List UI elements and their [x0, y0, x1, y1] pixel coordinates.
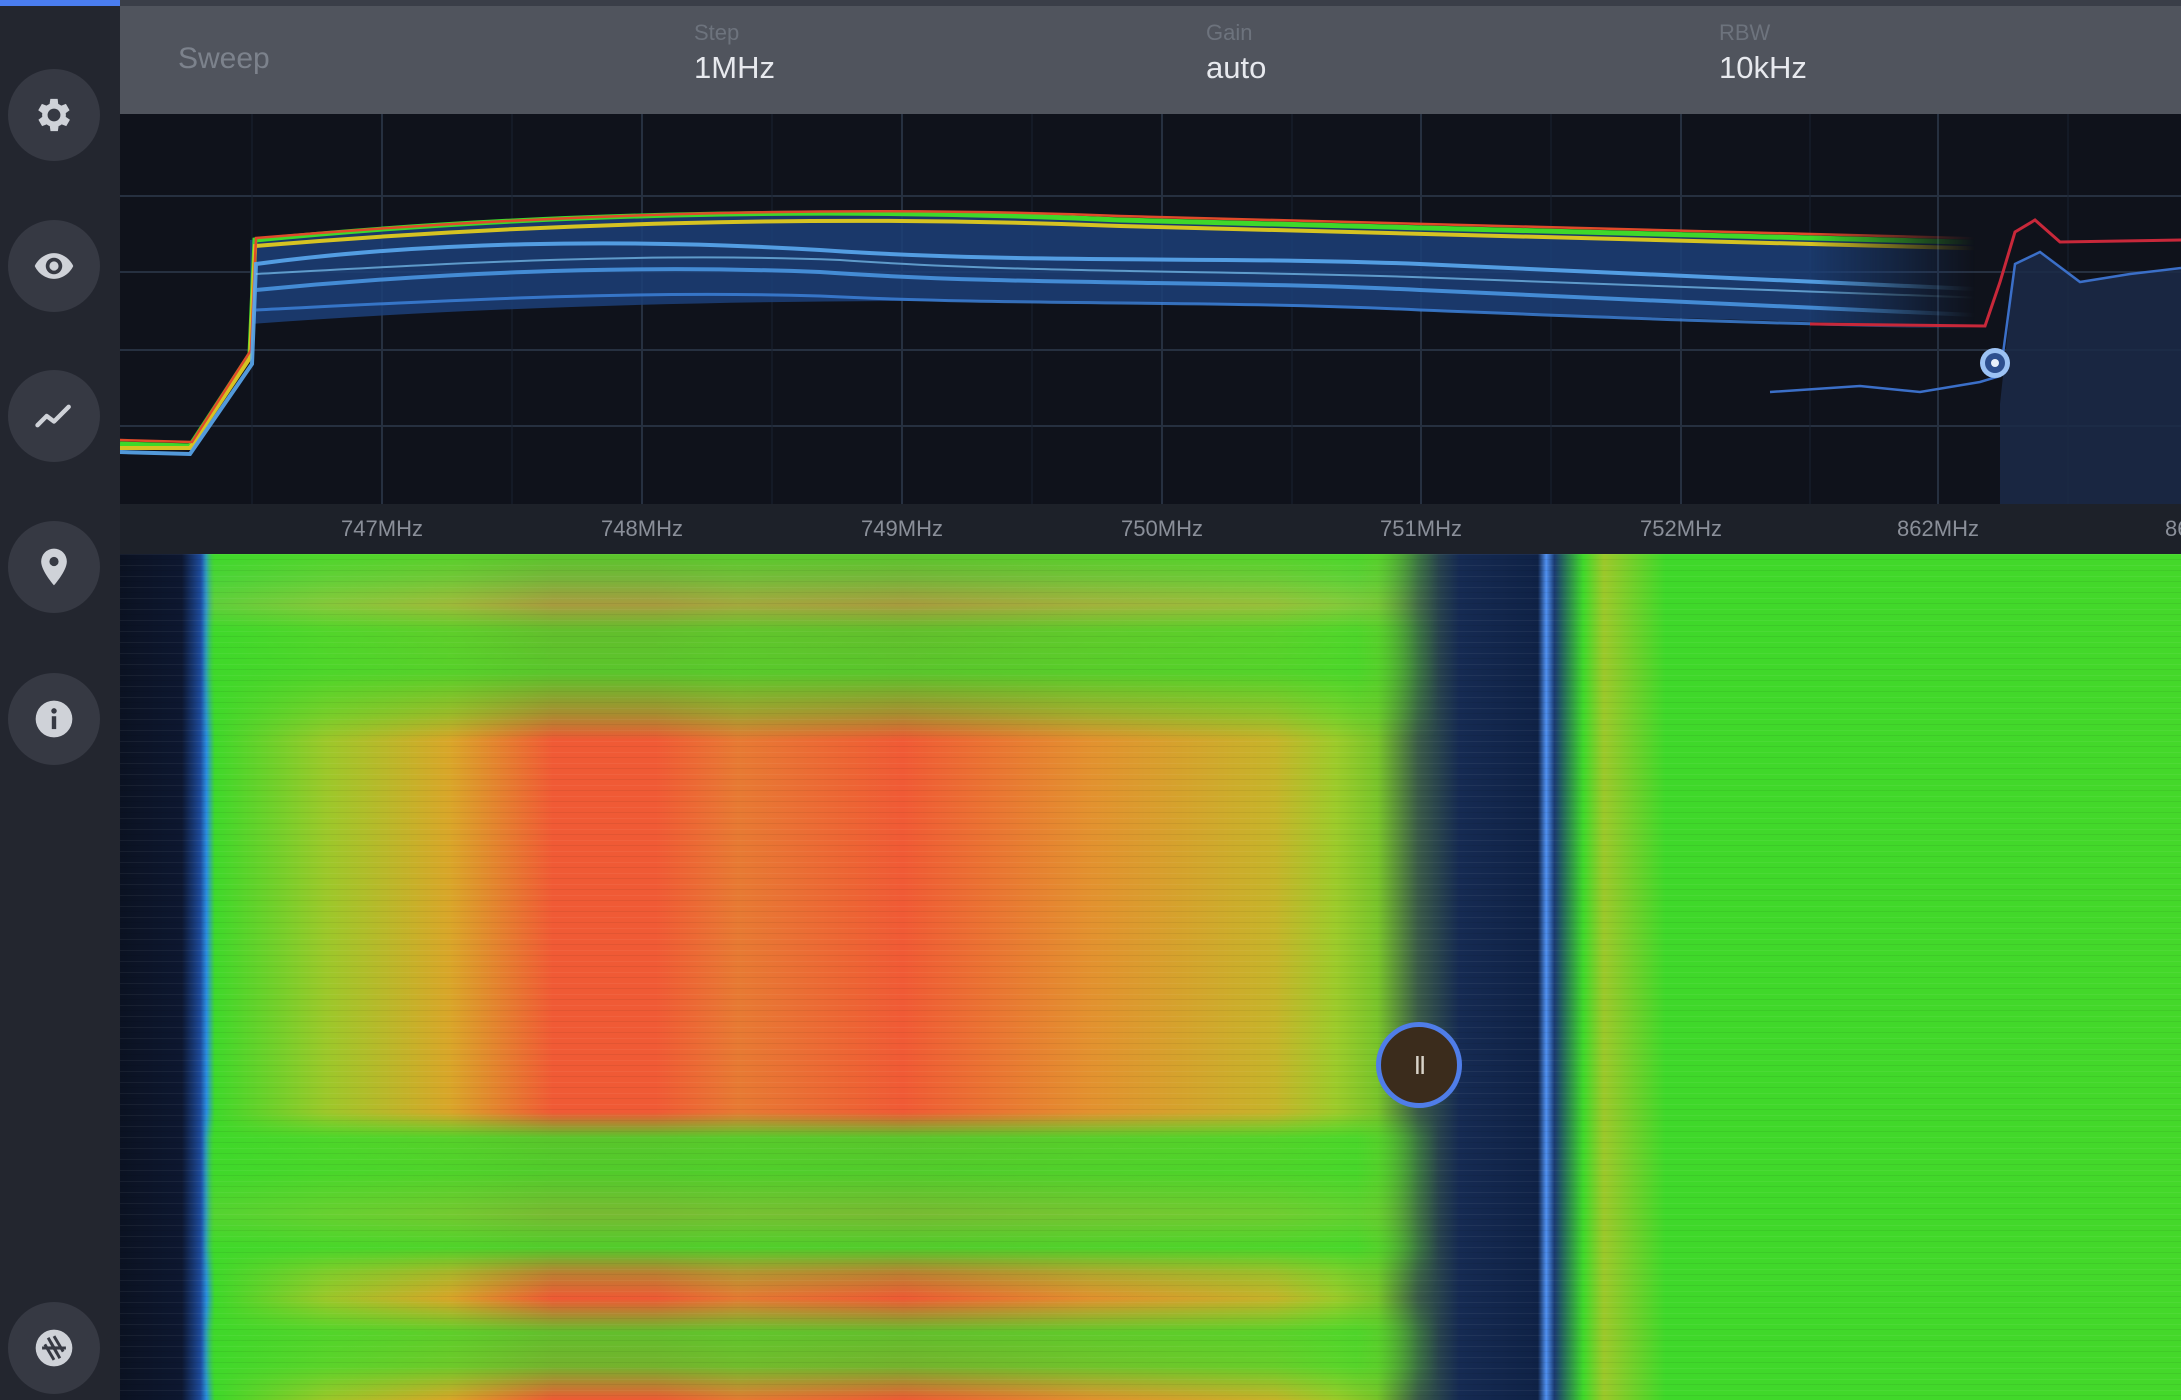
spectrum-svg — [120, 114, 2181, 504]
rbw-value: 10kHz — [1719, 50, 1807, 85]
location-button[interactable] — [8, 521, 100, 613]
step-setting[interactable]: Step 1MHz — [694, 20, 775, 88]
gear-icon — [38, 98, 70, 132]
tick-label: 751MHz — [1380, 516, 1462, 541]
step-value: 1MHz — [694, 50, 775, 85]
capture-button[interactable] — [8, 1302, 100, 1394]
tick-label: 86 — [2165, 516, 2181, 541]
tick-label: 750MHz — [1121, 516, 1203, 541]
spectrum-plot[interactable] — [120, 114, 2181, 504]
eye-icon — [34, 253, 74, 279]
settings-button[interactable] — [8, 69, 100, 161]
rbw-setting[interactable]: RBW 10kHz — [1719, 20, 1807, 88]
trend-icon — [35, 404, 71, 428]
marker-icon[interactable] — [1980, 348, 2010, 378]
frequency-axis: 747MHz 748MHz 749MHz 750MHz 751MHz 752MH… — [120, 504, 2181, 554]
sidebar — [0, 6, 120, 1400]
sweep-header: Sweep Step 1MHz Gain auto RBW 10kHz — [120, 6, 2181, 114]
band-traces — [120, 210, 2041, 457]
trace-button[interactable] — [8, 370, 100, 462]
gain-label: Gain — [1206, 20, 1253, 45]
view-button[interactable] — [8, 220, 100, 312]
info-button[interactable] — [8, 673, 100, 765]
tick-label: 749MHz — [861, 516, 943, 541]
rbw-label: RBW — [1719, 20, 1771, 45]
tick-label: 862MHz — [1897, 516, 1979, 541]
mode-title: Sweep — [178, 42, 270, 75]
step-label: Step — [694, 20, 740, 45]
pause-icon: II — [1413, 1049, 1427, 1080]
pause-button[interactable]: II — [1376, 1022, 1462, 1108]
tick-label: 748MHz — [601, 516, 683, 541]
waterfall-streaks — [120, 554, 2181, 1400]
aperture-icon — [35, 1329, 73, 1367]
gain-value: auto — [1206, 50, 1267, 85]
gain-setting[interactable]: Gain auto — [1206, 20, 1266, 88]
info-icon — [35, 700, 73, 738]
waterfall-display[interactable] — [120, 554, 2181, 1400]
tick-label: 747MHz — [341, 516, 423, 541]
location-pin-icon — [41, 548, 67, 586]
tick-label: 752MHz — [1640, 516, 1722, 541]
